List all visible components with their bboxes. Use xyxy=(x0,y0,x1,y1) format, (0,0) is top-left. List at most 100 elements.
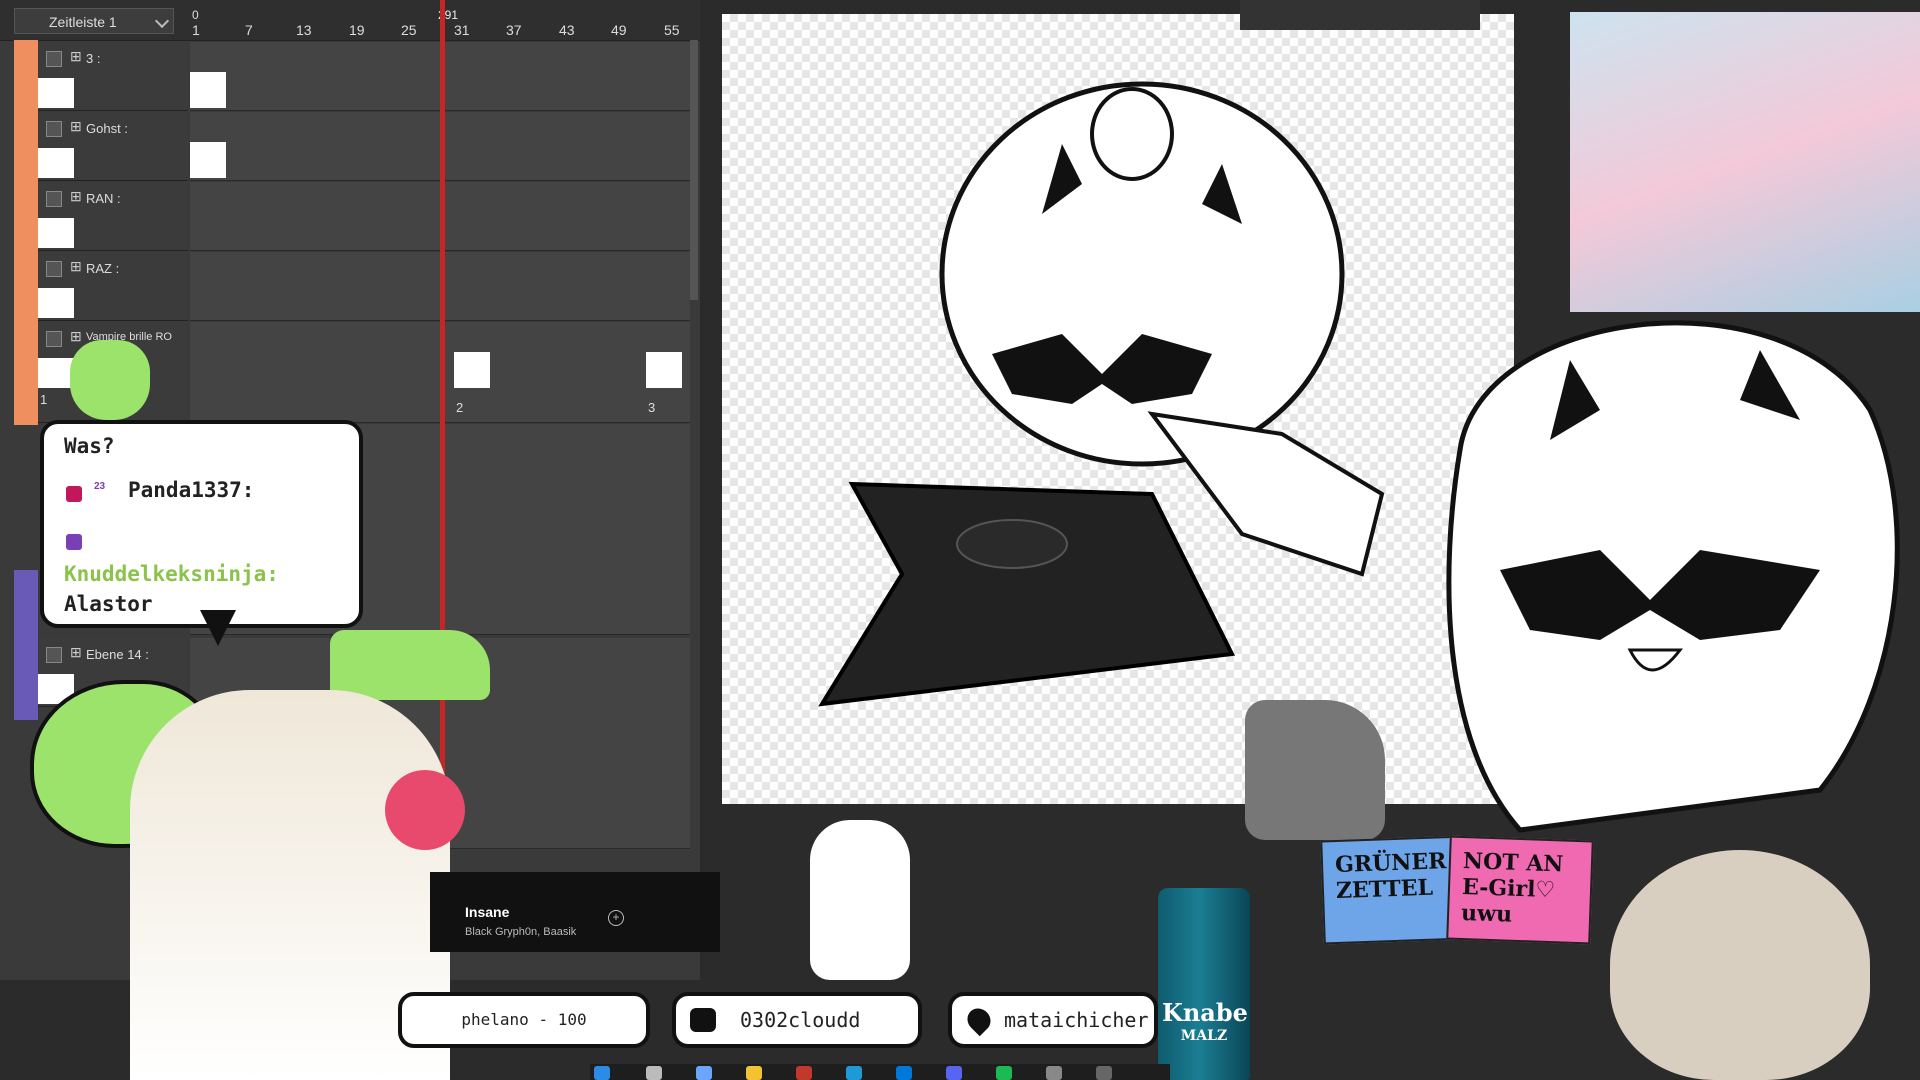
bits-badge-icon xyxy=(66,534,82,550)
layer-name: Gohst : xyxy=(86,121,128,136)
ruler-tick: 7 xyxy=(245,22,253,38)
sub-tag: mataichicher xyxy=(948,992,1158,1048)
follower-tag: 0302cloudd xyxy=(672,992,922,1048)
character-poster-image xyxy=(1570,12,1920,312)
frame-number: 3 xyxy=(648,400,656,415)
frame-number: 2 xyxy=(456,400,464,415)
follower-tag-label: 0302cloudd xyxy=(740,1008,861,1032)
now-playing-widget: Insane Black Gryph0n, Baasik + xyxy=(430,872,720,952)
ruler-tick: 55 xyxy=(664,22,680,38)
timeline-select[interactable]: Zeitleiste 1 xyxy=(14,8,174,34)
keyframe[interactable] xyxy=(190,142,226,178)
expand-icon[interactable]: ⊞ xyxy=(70,48,82,65)
layer-name: 3 : xyxy=(86,51,101,66)
folder-icon[interactable] xyxy=(746,1066,762,1080)
layer-thumbnail xyxy=(38,218,74,248)
layer-visibility-checkbox[interactable] xyxy=(46,191,62,207)
sub-badge-icon xyxy=(66,486,82,502)
can-subtitle: MALZ xyxy=(1180,1028,1228,1044)
expand-icon[interactable]: ⊞ xyxy=(70,188,82,205)
start-icon[interactable] xyxy=(594,1066,610,1080)
search-icon[interactable] xyxy=(646,1066,662,1080)
layer-name: RAZ : xyxy=(86,261,120,276)
chat-bubble: Was? 23 Panda1337: Knuddelkeksninja: Ala… xyxy=(40,420,363,628)
layer-row[interactable]: ⊞ RAZ : xyxy=(38,252,188,321)
frame-number: 1 xyxy=(40,392,48,407)
chat-username: Panda1337: xyxy=(128,478,255,502)
ruler-start: 0 xyxy=(192,8,199,22)
add-icon[interactable]: + xyxy=(608,910,624,926)
camera-icon xyxy=(690,1008,716,1032)
layer-row[interactable]: ⊞ RAN : xyxy=(38,182,188,251)
chat-message: Alastor xyxy=(64,592,153,616)
pistol-sticker xyxy=(1245,700,1385,840)
chibi-character-sticker xyxy=(810,820,910,980)
layer-thumbnail xyxy=(38,288,74,318)
layer-row[interactable]: ⊞ 3 : xyxy=(38,42,188,111)
malt-can-photo: Knabe MALZ xyxy=(1158,888,1250,1080)
store-icon[interactable] xyxy=(896,1066,912,1080)
keyframe[interactable] xyxy=(454,352,490,388)
layer-name: Ebene 14 : xyxy=(86,647,149,662)
discord-icon[interactable] xyxy=(946,1066,962,1080)
green-mascot-sticker xyxy=(70,340,150,420)
ruler-tick: 43 xyxy=(559,22,575,38)
ruler-tick: 31 xyxy=(454,22,470,38)
color-palette-strip[interactable] xyxy=(1240,0,1480,30)
ruler-tick: 19 xyxy=(349,22,365,38)
viewer-tag: phelano - 100 xyxy=(398,992,650,1048)
note-text: GRÜNER ZETTEL xyxy=(1334,848,1447,905)
water-pistol-sticker xyxy=(330,630,490,700)
can-brand: Knabe xyxy=(1162,998,1248,1027)
app-icon[interactable] xyxy=(1046,1066,1062,1080)
layer-visibility-checkbox[interactable] xyxy=(46,121,62,137)
obs-icon[interactable] xyxy=(1096,1066,1112,1080)
layer-thumbnail xyxy=(38,358,74,388)
layer-name: RAN : xyxy=(86,191,121,206)
app-icon[interactable] xyxy=(796,1066,812,1080)
red-character-sticker xyxy=(385,770,465,850)
badge-number: 23 xyxy=(94,481,106,492)
chat-bubble-tail xyxy=(200,610,236,646)
keyframe[interactable] xyxy=(190,72,226,108)
chat-username: Knuddelkeksninja: xyxy=(64,562,279,586)
timeline-header: Zeitleiste 1 0 291 1 7 13 19 25 31 37 43… xyxy=(0,0,700,41)
song-title: Insane xyxy=(465,904,510,920)
song-artist: Black Gryph0n, Baasik xyxy=(465,926,577,938)
ruler-tick: 25 xyxy=(401,22,417,38)
taskbar xyxy=(590,1064,1170,1080)
ruler-tick: 49 xyxy=(611,22,627,38)
timeline-name: Zeitleiste 1 xyxy=(49,14,117,30)
layer-thumbnail xyxy=(38,78,74,108)
plush-photo-sticker xyxy=(1610,850,1870,1080)
ruler-tick: 13 xyxy=(296,22,312,38)
ruler-tick: 1 xyxy=(192,22,200,38)
layer-visibility-checkbox[interactable] xyxy=(46,331,62,347)
chat-message: Was? xyxy=(64,434,115,458)
canvas-artwork xyxy=(818,81,1385,707)
keyframe[interactable] xyxy=(646,352,682,388)
timeline-scrollbar[interactable] xyxy=(690,40,698,300)
browser-icon[interactable] xyxy=(846,1066,862,1080)
layer-color-strip xyxy=(14,40,38,425)
layer-visibility-checkbox[interactable] xyxy=(46,51,62,67)
expand-icon[interactable]: ⊞ xyxy=(70,118,82,135)
expand-icon[interactable]: ⊞ xyxy=(70,258,82,275)
sticky-note-pink: NOT AN E-Girl♡ uwu xyxy=(1446,835,1594,945)
layer-row[interactable]: ⊞ Gohst : xyxy=(38,112,188,181)
viewer-tag-label: phelano - 100 xyxy=(461,1010,587,1029)
spotify-icon[interactable] xyxy=(996,1066,1012,1080)
expand-icon[interactable]: ⊞ xyxy=(70,328,82,345)
chevron-down-icon xyxy=(154,13,170,29)
layer-visibility-checkbox[interactable] xyxy=(46,261,62,277)
layer-thumbnail xyxy=(38,148,74,178)
note-text: NOT AN E-Girl♡ uwu xyxy=(1460,848,1564,928)
expand-icon[interactable]: ⊞ xyxy=(70,644,82,661)
sub-tag-label: mataichicher xyxy=(1004,1008,1149,1032)
task-view-icon[interactable] xyxy=(696,1066,712,1080)
layer-visibility-checkbox[interactable] xyxy=(46,647,62,663)
ruler-tick: 37 xyxy=(506,22,522,38)
layer-color-strip-purple xyxy=(14,570,38,720)
alien-icon xyxy=(962,1003,996,1037)
character-drawing xyxy=(1446,320,1900,833)
